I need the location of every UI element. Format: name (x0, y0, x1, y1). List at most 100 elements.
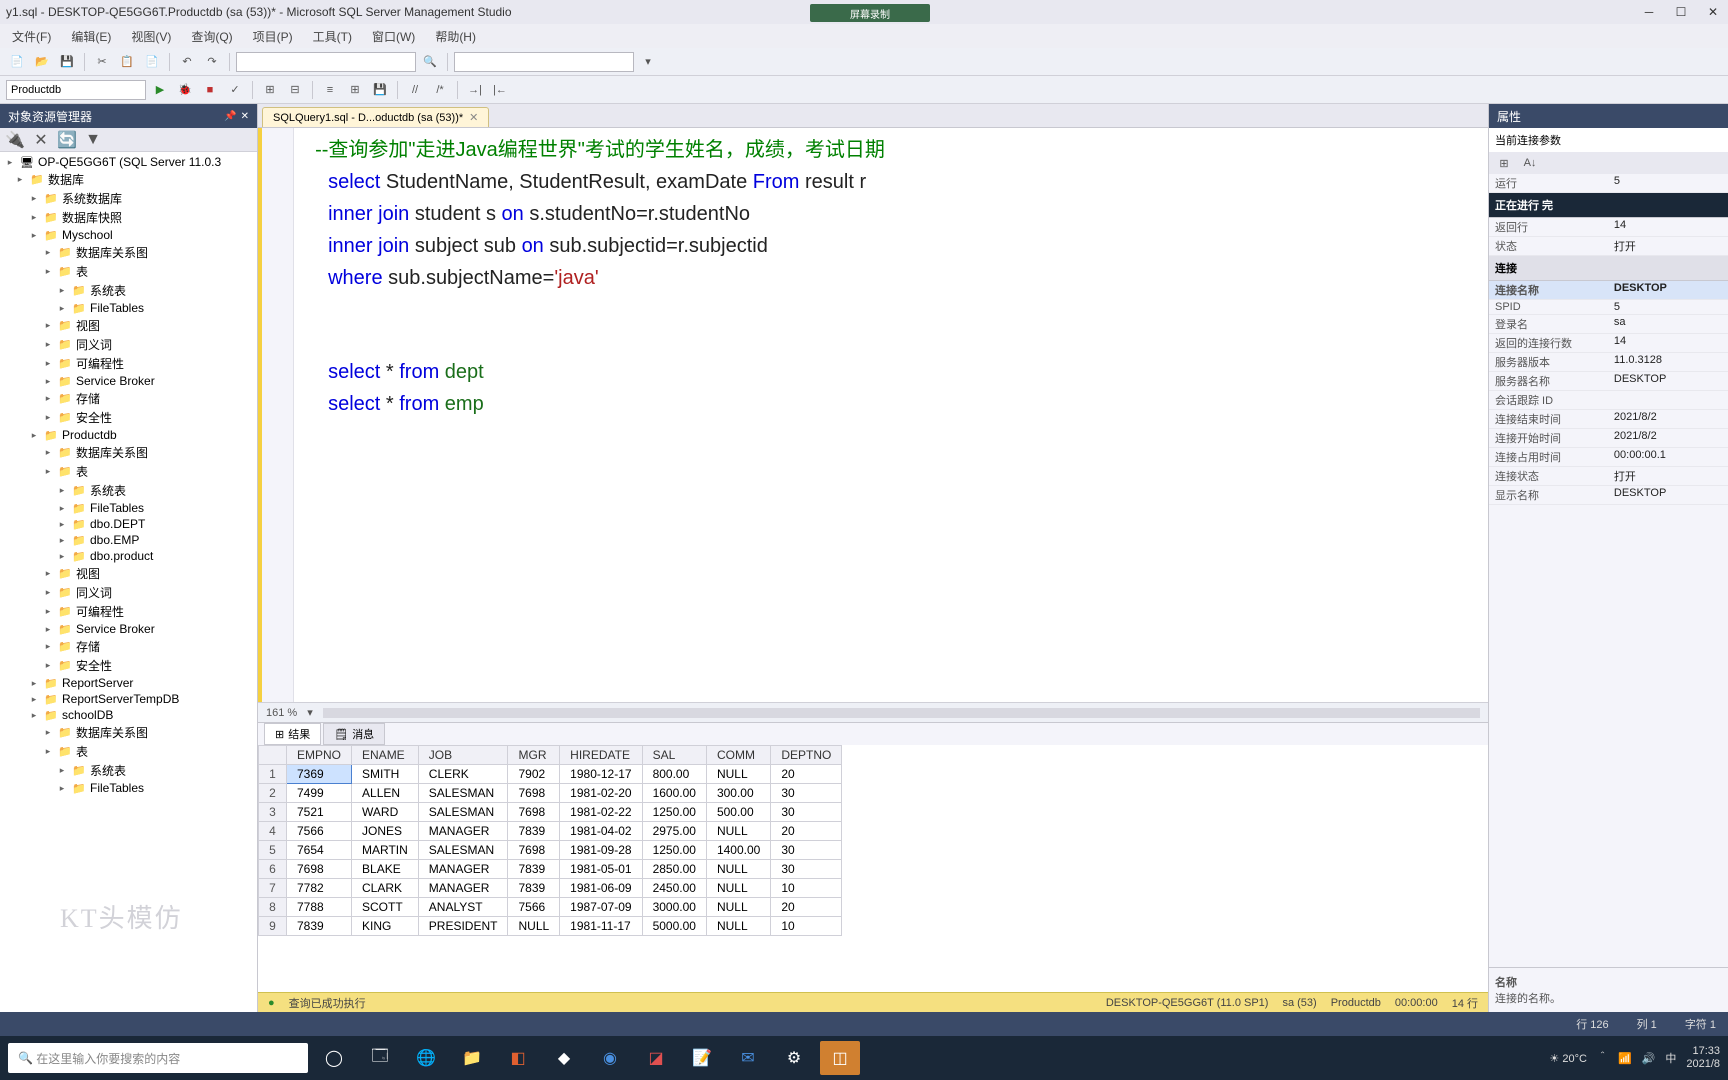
column-header[interactable]: DEPTNO (771, 746, 842, 765)
tree-node[interactable]: ▸📁系统数据库 (0, 189, 257, 208)
cell[interactable]: 7788 (287, 898, 352, 917)
database-selector[interactable]: Productdb (6, 80, 146, 100)
cell[interactable]: 30 (771, 784, 842, 803)
refresh-button[interactable]: 🔄 (56, 129, 78, 151)
tree-node[interactable]: ▸📁ReportServerTempDB (0, 691, 257, 707)
menu-help[interactable]: 帮助(H) (427, 26, 484, 47)
zoom-down-icon[interactable]: ▾ (307, 706, 313, 719)
property-row[interactable]: 返回的连接行数14 (1489, 334, 1728, 353)
categorize-button[interactable]: ⊞ (1493, 152, 1515, 174)
cell[interactable]: NULL (706, 917, 770, 936)
cell[interactable]: 7839 (287, 917, 352, 936)
tree-node[interactable]: ▸📁表 (0, 742, 257, 761)
cell[interactable]: 20 (771, 898, 842, 917)
cell[interactable]: 1981-05-01 (560, 860, 642, 879)
file-explorer-icon[interactable]: 🗔 (360, 1041, 400, 1075)
property-row[interactable]: 显示名称DESKTOP (1489, 486, 1728, 505)
cell[interactable]: BLAKE (352, 860, 419, 879)
cell[interactable]: 30 (771, 860, 842, 879)
cell[interactable]: ANALYST (418, 898, 508, 917)
tree-node[interactable]: ▸📁表 (0, 262, 257, 281)
ssms-icon[interactable]: ◫ (820, 1041, 860, 1075)
cell[interactable]: 7521 (287, 803, 352, 822)
outdent-button[interactable]: |← (489, 79, 511, 101)
new-query-button[interactable]: 📄 (6, 51, 28, 73)
cell[interactable]: MANAGER (418, 822, 508, 841)
cell[interactable]: PRESIDENT (418, 917, 508, 936)
tree-node[interactable]: ▸📁视图 (0, 564, 257, 583)
table-row[interactable]: 97839KINGPRESIDENTNULL1981-11-175000.00N… (259, 917, 842, 936)
horizontal-scrollbar[interactable] (323, 708, 1480, 718)
cell[interactable]: 10 (771, 917, 842, 936)
cell[interactable]: 5000.00 (642, 917, 706, 936)
menu-view[interactable]: 视图(V) (123, 26, 179, 47)
cell[interactable]: 1981-04-02 (560, 822, 642, 841)
tree-node[interactable]: ▸📁dbo.EMP (0, 532, 257, 548)
tree-node[interactable]: ▸📁系统表 (0, 281, 257, 300)
cell[interactable]: 7782 (287, 879, 352, 898)
open-button[interactable]: 📂 (31, 51, 53, 73)
property-row[interactable]: SPID5 (1489, 300, 1728, 315)
results-to-file-button[interactable]: 💾 (369, 79, 391, 101)
table-row[interactable]: 57654MARTINSALESMAN76981981-09-281250.00… (259, 841, 842, 860)
estimated-plan-button[interactable]: ⊞ (259, 79, 281, 101)
network-icon[interactable]: 📶 (1618, 1052, 1632, 1065)
cell[interactable]: 7698 (508, 803, 560, 822)
menu-query[interactable]: 查询(Q) (183, 26, 240, 47)
tree-node[interactable]: ▸📁FileTables (0, 300, 257, 316)
close-button[interactable]: ✕ (1704, 5, 1722, 19)
property-row[interactable]: 连接结束时间2021/8/2 (1489, 410, 1728, 429)
table-row[interactable]: 27499ALLENSALESMAN76981981-02-201600.003… (259, 784, 842, 803)
column-header[interactable]: MGR (508, 746, 560, 765)
folder-icon[interactable]: 📁 (452, 1041, 492, 1075)
cell[interactable]: 2975.00 (642, 822, 706, 841)
cell[interactable]: 7839 (508, 879, 560, 898)
cell[interactable]: 1981-02-20 (560, 784, 642, 803)
save-button[interactable]: 💾 (56, 51, 78, 73)
app-icon-2[interactable]: ◉ (590, 1041, 630, 1075)
cell[interactable]: CLERK (418, 765, 508, 784)
tree-node[interactable]: ▸📁FileTables (0, 500, 257, 516)
tree-node[interactable]: ▸📁FileTables (0, 780, 257, 796)
cell[interactable]: NULL (706, 860, 770, 879)
cell[interactable]: SMITH (352, 765, 419, 784)
zoom-level[interactable]: 161 % (266, 707, 297, 719)
tree-node[interactable]: ▸📁dbo.DEPT (0, 516, 257, 532)
actual-plan-button[interactable]: ⊟ (284, 79, 306, 101)
tree-node[interactable]: ▸📁数据库关系图 (0, 443, 257, 462)
cell[interactable]: 7839 (508, 860, 560, 879)
cell[interactable]: 1981-09-28 (560, 841, 642, 860)
cell[interactable]: JONES (352, 822, 419, 841)
tree-node[interactable]: ▸📁Myschool (0, 227, 257, 243)
column-header[interactable]: HIREDATE (560, 746, 642, 765)
tree-node[interactable]: ▸📁视图 (0, 316, 257, 335)
column-header[interactable]: EMPNO (287, 746, 352, 765)
cell[interactable]: 1600.00 (642, 784, 706, 803)
property-row[interactable]: 登录名sa (1489, 315, 1728, 334)
cell[interactable]: 7566 (508, 898, 560, 917)
find-button[interactable]: 🔍 (419, 51, 441, 73)
menu-project[interactable]: 项目(P) (245, 26, 301, 47)
server-node[interactable]: ▸🖥OP-QE5GG6T (SQL Server 11.0.3 (0, 154, 257, 170)
tree-node[interactable]: ▸📁数据库 (0, 170, 257, 189)
table-row[interactable]: 17369SMITHCLERK79021980-12-17800.00NULL2… (259, 765, 842, 784)
taskbar-search[interactable]: 🔍 在这里输入你要搜索的内容 (8, 1043, 308, 1073)
cell[interactable]: 30 (771, 841, 842, 860)
cell[interactable]: 1987-07-09 (560, 898, 642, 917)
results-to-grid-button[interactable]: ⊞ (344, 79, 366, 101)
cell[interactable]: 7698 (508, 841, 560, 860)
cell[interactable]: 2450.00 (642, 879, 706, 898)
powerpoint-icon[interactable]: ◧ (498, 1041, 538, 1075)
app-icon-1[interactable]: ◆ (544, 1041, 584, 1075)
cell[interactable]: 7698 (287, 860, 352, 879)
more-button[interactable]: ▾ (637, 51, 659, 73)
sql-editor[interactable]: --查询参加"走进Java编程世界"考试的学生姓名，成绩，考试日期 select… (294, 128, 1488, 702)
cell[interactable]: 7698 (508, 784, 560, 803)
property-row[interactable]: 服务器版本11.0.3128 (1489, 353, 1728, 372)
cell[interactable]: 10 (771, 879, 842, 898)
cell[interactable]: WARD (352, 803, 419, 822)
cell[interactable]: 30 (771, 803, 842, 822)
comment-button[interactable]: // (404, 79, 426, 101)
copy-button[interactable]: 📋 (116, 51, 138, 73)
table-row[interactable]: 37521WARDSALESMAN76981981-02-221250.0050… (259, 803, 842, 822)
